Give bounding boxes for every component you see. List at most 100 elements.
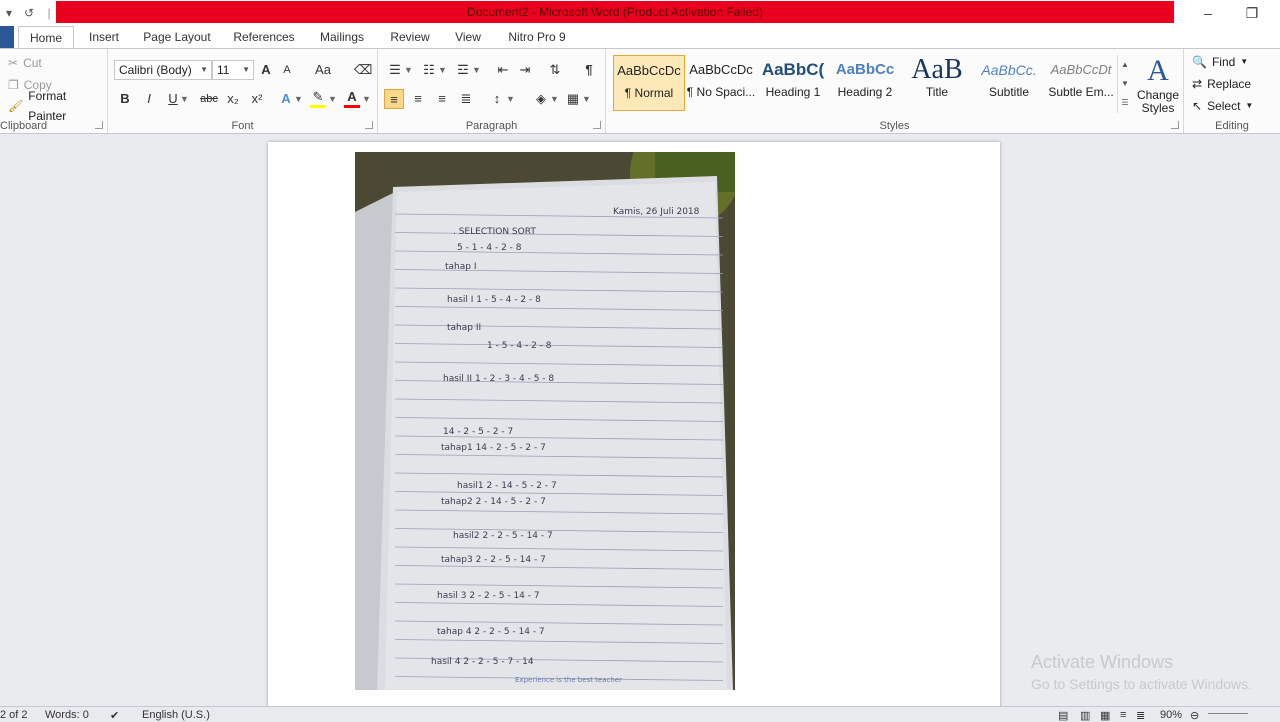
increase-indent-icon[interactable]: ⇥ [516, 60, 534, 80]
font-name-combo[interactable]: Calibri (Body) ▼ [114, 60, 212, 80]
format-painter-button[interactable]: 🖌 Format Painter [8, 89, 107, 123]
chevron-down-icon[interactable]: ▼ [180, 89, 189, 109]
style-subtitle[interactable]: AaBbCc. Subtitle [973, 55, 1045, 111]
document-area[interactable]: Kamis, 26 Juli 2018 . SELECTION SORT 5 - 1… [0, 134, 1280, 706]
tab-home[interactable]: Home [18, 26, 74, 48]
zoom-slider[interactable] [1208, 713, 1248, 714]
chevron-down-icon[interactable]: ▼ [582, 89, 591, 109]
select-button[interactable]: ↖ Select ▼ [1192, 96, 1253, 116]
minimize-button[interactable]: – [1186, 0, 1230, 26]
change-styles-button[interactable]: A Change Styles [1134, 53, 1182, 117]
borders-icon[interactable]: ▦ [564, 89, 582, 109]
align-center-icon[interactable]: ≡ [408, 89, 428, 109]
tab-references[interactable]: References [228, 26, 300, 48]
chevron-down-icon[interactable]: ▼ [506, 89, 515, 109]
style-normal[interactable]: AaBbCcDc ¶ Normal [613, 55, 685, 111]
handwritten-line: tahap1 14 - 2 - 5 - 2 - 7 [441, 443, 546, 453]
shading-icon[interactable]: ◈ [532, 89, 550, 109]
scissors-icon: ✂ [8, 56, 19, 70]
notebook-photo[interactable]: Kamis, 26 Juli 2018 . SELECTION SORT 5 - 1… [355, 152, 735, 690]
grow-font-button[interactable]: A [258, 60, 274, 80]
customize-icon[interactable]: | [42, 6, 56, 20]
strikethrough-button[interactable]: abc [198, 89, 220, 109]
chevron-down-icon[interactable]: ▼ [472, 60, 481, 80]
chevron-down-icon[interactable]: ▼ [362, 89, 371, 109]
chevron-down-icon[interactable]: ▼ [438, 60, 447, 80]
subscript-button[interactable]: x₂ [224, 89, 242, 109]
multilevel-list-icon[interactable]: ☲ [454, 60, 472, 80]
redo-icon[interactable]: ↺ [22, 6, 36, 20]
chevron-down-icon[interactable]: ▼ [1118, 74, 1132, 93]
chevron-down-icon[interactable]: ▼ [328, 89, 337, 109]
full-screen-reading-icon[interactable]: ▥ [1080, 709, 1090, 722]
bold-button[interactable]: B [118, 89, 132, 109]
zoom-level[interactable]: 90% [1160, 709, 1182, 721]
style-heading-1[interactable]: AaBbC( Heading 1 [757, 55, 829, 111]
shrink-font-button[interactable]: A [280, 60, 294, 80]
title-bar: ▾ ↺ | ▾ Document2 - Microsoft Word (Prod… [0, 0, 1280, 26]
bullets-icon[interactable]: ☰ [386, 60, 404, 80]
tab-page-layout[interactable]: Page Layout [138, 26, 216, 48]
italic-button[interactable]: I [142, 89, 156, 109]
clear-formatting-icon[interactable]: ⌫ [354, 60, 372, 80]
highlight-icon[interactable]: ✎ [310, 89, 326, 108]
zoom-out-icon[interactable]: ⊖ [1190, 709, 1199, 722]
restore-button[interactable]: ❐ [1230, 0, 1274, 26]
font-size-combo[interactable]: 11 ▼ [212, 60, 254, 80]
handwritten-line: hasil2 2 - 2 - 5 - 14 - 7 [453, 531, 553, 541]
page-count[interactable]: 2 of 2 [0, 709, 28, 721]
proofing-icon[interactable]: ✔ [110, 709, 119, 722]
activate-windows-title: Activate Windows [1031, 652, 1174, 672]
handwritten-line: hasil II 1 - 2 - 3 - 4 - 5 - 8 [443, 374, 554, 384]
tab-review[interactable]: Review [384, 26, 436, 48]
find-button[interactable]: 🔍 Find ▼ [1192, 52, 1248, 72]
web-layout-icon[interactable]: ▦ [1100, 709, 1110, 722]
underline-button[interactable]: U [166, 89, 180, 109]
style-subtle-emphasis[interactable]: AaBbCcDt Subtle Em... [1045, 55, 1117, 111]
change-case-button[interactable]: Aa [312, 60, 334, 80]
justify-icon[interactable]: ≣ [456, 89, 476, 109]
align-right-icon[interactable]: ≡ [432, 89, 452, 109]
chevron-down-icon[interactable]: ▼ [404, 60, 413, 80]
show-formatting-icon[interactable]: ¶ [580, 60, 598, 80]
handwritten-line: hasil 4 2 - 2 - 5 - 7 - 14 [431, 657, 534, 667]
tab-insert[interactable]: Insert [82, 26, 126, 48]
font-color-icon[interactable]: A [344, 89, 360, 108]
word-count[interactable]: Words: 0 [45, 709, 89, 721]
style-title[interactable]: AaB Title [901, 55, 973, 111]
file-tab[interactable] [0, 26, 14, 48]
handwritten-line: tahap2 2 - 14 - 5 - 2 - 7 [441, 497, 546, 507]
superscript-button[interactable]: x² [248, 89, 266, 109]
styles-gallery-scroll[interactable]: ▲ ▼ ☰ [1117, 55, 1132, 113]
clipboard-launcher-icon[interactable] [95, 121, 103, 129]
numbering-icon[interactable]: ☷ [420, 60, 438, 80]
language-indicator[interactable]: English (U.S.) [142, 709, 210, 721]
tab-view[interactable]: View [448, 26, 488, 48]
binoculars-icon: 🔍 [1192, 55, 1207, 69]
undo-icon[interactable]: ▾ [2, 6, 16, 20]
decrease-indent-icon[interactable]: ⇤ [494, 60, 512, 80]
style-heading-2[interactable]: AaBbCc Heading 2 [829, 55, 901, 111]
more-styles-icon[interactable]: ☰ [1118, 93, 1132, 112]
tab-nitro-pro[interactable]: Nitro Pro 9 [502, 26, 572, 48]
outline-icon[interactable]: ≡ [1120, 709, 1126, 721]
paragraph-launcher-icon[interactable] [593, 121, 601, 129]
chevron-down-icon[interactable]: ▼ [550, 89, 559, 109]
chevron-down-icon[interactable]: ▼ [294, 89, 303, 109]
line-spacing-icon[interactable]: ↕ [488, 89, 506, 109]
print-layout-icon[interactable]: ▤ [1058, 709, 1068, 722]
styles-launcher-icon[interactable] [1171, 121, 1179, 129]
style-no-spacing[interactable]: AaBbCcDc ¶ No Spaci... [685, 55, 757, 111]
chevron-up-icon[interactable]: ▲ [1118, 55, 1132, 74]
sort-icon[interactable]: ⇅ [546, 60, 564, 80]
document-page[interactable]: Kamis, 26 Juli 2018 . SELECTION SORT 5 - 1… [268, 142, 1000, 706]
align-left-icon[interactable]: ≡ [384, 89, 404, 109]
tab-mailings[interactable]: Mailings [312, 26, 372, 48]
handwritten-line: . SELECTION SORT [453, 227, 536, 237]
cut-button[interactable]: ✂ Cut [8, 53, 42, 73]
replace-button[interactable]: ⇄ Replace [1192, 74, 1251, 94]
draft-icon[interactable]: ≣ [1136, 709, 1145, 722]
activate-windows-subtitle: Go to Settings to activate Windows. [1031, 676, 1252, 692]
font-launcher-icon[interactable] [365, 121, 373, 129]
text-effects-icon[interactable]: A [278, 89, 294, 109]
